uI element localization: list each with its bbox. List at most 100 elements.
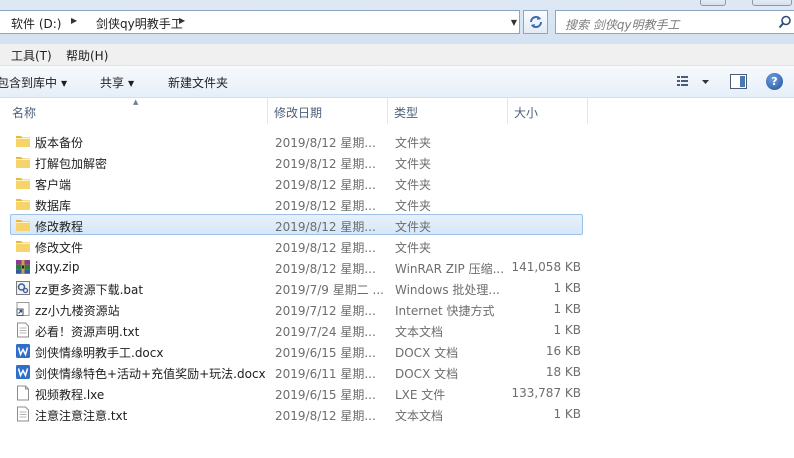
winrar-icon bbox=[15, 259, 31, 275]
file-name: 必看！资源声明.txt bbox=[35, 325, 140, 339]
view-options-icon bbox=[677, 76, 709, 86]
file-size: 1 KB bbox=[553, 323, 581, 337]
folder-icon bbox=[15, 238, 31, 254]
column-header-type[interactable]: 类型 bbox=[388, 98, 508, 124]
sort-ascending-icon: ▲ bbox=[133, 98, 139, 106]
file-date: 2019/6/11 星期... bbox=[275, 367, 376, 381]
refresh-icon bbox=[530, 16, 542, 28]
file-name: 版本备份 bbox=[35, 136, 84, 150]
file-name: 修改文件 bbox=[35, 241, 84, 255]
folder-icon bbox=[15, 217, 31, 233]
column-header-name[interactable]: 名称 ▲ bbox=[0, 98, 268, 124]
file-name: zz更多资源下载.bat bbox=[35, 283, 144, 297]
column-header-date[interactable]: 修改日期 bbox=[268, 98, 388, 124]
file-type: DOCX 文档 bbox=[395, 346, 459, 360]
file-size: 16 KB bbox=[545, 344, 581, 358]
address-dropdown-icon[interactable]: ▼ bbox=[511, 18, 517, 27]
file-date: 2019/7/9 星期二 ... bbox=[275, 283, 384, 297]
word-doc-icon bbox=[15, 364, 31, 380]
file-row[interactable]: 剑侠情缘明教手工.docx 2019/6/15 星期... DOCX 文档 16 KB bbox=[10, 340, 583, 361]
column-header-name-label: 名称 bbox=[12, 106, 37, 120]
file-date: 2019/8/12 星期... bbox=[275, 409, 376, 423]
change-view-button[interactable] bbox=[676, 74, 710, 90]
file-row[interactable]: zz小九楼资源站 2019/7/12 星期... Internet 快捷方式 1 KB bbox=[10, 298, 583, 319]
close-button[interactable] bbox=[752, 0, 792, 6]
file-date: 2019/8/12 星期... bbox=[275, 199, 376, 213]
file-size: 1 KB bbox=[553, 281, 581, 295]
refresh-button[interactable] bbox=[523, 10, 548, 34]
chevron-down-icon: ▼ bbox=[61, 79, 68, 88]
column-header-date-label: 修改日期 bbox=[274, 106, 323, 120]
include-library-button[interactable]: 包含到库中 ▼ bbox=[0, 74, 67, 91]
batch-file-icon bbox=[15, 280, 31, 296]
file-size: 1 KB bbox=[553, 302, 581, 316]
file-type: 文件夹 bbox=[395, 199, 432, 213]
file-row[interactable]: jxqy.zip 2019/8/12 星期... WinRAR ZIP 压缩... 1… bbox=[10, 256, 583, 277]
breadcrumb-separator-icon[interactable]: ▶ bbox=[179, 16, 185, 25]
file-name: jxqy.zip bbox=[35, 260, 80, 274]
file-type: 文件夹 bbox=[395, 136, 432, 150]
file-type: 文件夹 bbox=[395, 241, 432, 255]
file-type: WinRAR ZIP 压缩... bbox=[395, 262, 505, 276]
file-row[interactable]: 修改文件 2019/8/12 星期... 文件夹 bbox=[10, 235, 583, 256]
search-icon[interactable] bbox=[778, 15, 792, 29]
file-date: 2019/7/12 星期... bbox=[275, 304, 376, 318]
file-type: Windows 批处理... bbox=[395, 283, 500, 297]
new-folder-button[interactable]: 新建文件夹 bbox=[168, 74, 228, 91]
file-row[interactable]: zz更多资源下载.bat 2019/7/9 星期二 ... Windows 批处理.… bbox=[10, 277, 583, 298]
word-doc-icon bbox=[15, 343, 31, 359]
folder-icon bbox=[15, 154, 31, 170]
file-row[interactable]: 剑侠情缘特色+活动+充值奖励+玩法.docx 2019/6/11 星期... DOC… bbox=[10, 361, 583, 382]
file-date: 2019/8/12 星期... bbox=[275, 262, 376, 276]
file-size: 141,058 KB bbox=[511, 260, 581, 274]
breadcrumb-folder[interactable]: 剑侠qy明教手工 bbox=[96, 15, 183, 32]
share-label: 共享 bbox=[100, 76, 125, 90]
file-name: zz小九楼资源站 bbox=[35, 304, 120, 318]
minimize-button[interactable] bbox=[700, 0, 726, 6]
file-size: 133,787 KB bbox=[511, 386, 581, 400]
file-size: 18 KB bbox=[545, 365, 581, 379]
text-file-icon bbox=[15, 406, 31, 422]
file-name: 视频教程.lxe bbox=[35, 388, 105, 402]
file-date: 2019/8/12 星期... bbox=[275, 220, 376, 234]
menu-bar: 工具(T) 帮助(H) bbox=[0, 44, 794, 66]
file-name: 注意注意注意.txt bbox=[35, 409, 128, 423]
file-row[interactable]: 视频教程.lxe 2019/6/15 星期... LXE 文件 133,787 KB bbox=[10, 382, 583, 403]
file-row[interactable]: 必看！资源声明.txt 2019/7/24 星期... 文本文档 1 KB bbox=[10, 319, 583, 340]
search-input[interactable]: 搜索 剑侠qy明教手工 bbox=[555, 10, 794, 34]
file-row[interactable]: 打解包加解密 2019/8/12 星期... 文件夹 bbox=[10, 151, 583, 172]
file-date: 2019/6/15 星期... bbox=[275, 346, 376, 360]
folder-icon bbox=[15, 133, 31, 149]
help-icon: ? bbox=[771, 75, 778, 88]
file-date: 2019/7/24 星期... bbox=[275, 325, 376, 339]
menu-tools[interactable]: 工具(T) bbox=[11, 47, 52, 64]
file-row[interactable]: 客户端 2019/8/12 星期... 文件夹 bbox=[10, 172, 583, 193]
shortcut-icon bbox=[15, 301, 31, 317]
file-type: 文件夹 bbox=[395, 178, 432, 192]
menu-help[interactable]: 帮助(H) bbox=[66, 47, 108, 64]
file-date: 2019/8/12 星期... bbox=[275, 136, 376, 150]
column-header-size-label: 大小 bbox=[514, 106, 539, 120]
file-type: 文件夹 bbox=[395, 157, 432, 171]
breadcrumb-separator-icon[interactable]: ▶ bbox=[71, 16, 77, 25]
file-type: 文本文档 bbox=[395, 409, 444, 423]
help-button[interactable]: ? bbox=[766, 73, 783, 90]
breadcrumb-drive[interactable]: 软件 (D:) bbox=[11, 15, 61, 32]
file-row[interactable]: 版本备份 2019/8/12 星期... 文件夹 bbox=[10, 130, 583, 151]
file-date: 2019/6/15 星期... bbox=[275, 388, 376, 402]
preview-pane-button[interactable] bbox=[730, 74, 747, 89]
share-button[interactable]: 共享 ▼ bbox=[100, 74, 134, 91]
file-name: 客户端 bbox=[35, 178, 72, 192]
column-header-size[interactable]: 大小 bbox=[508, 98, 588, 124]
command-toolbar: 包含到库中 ▼ 共享 ▼ 新建文件夹 ? bbox=[0, 66, 794, 98]
folder-icon bbox=[15, 196, 31, 212]
file-row[interactable]: 修改教程 2019/8/12 星期... 文件夹 bbox=[10, 214, 583, 235]
address-bar[interactable]: 软件 (D:) ▶ 剑侠qy明教手工 ▶ ▼ bbox=[0, 10, 520, 34]
address-bar-row: 软件 (D:) ▶ 剑侠qy明教手工 ▶ ▼ 搜索 剑侠qy明教手工 bbox=[0, 0, 794, 44]
file-type: DOCX 文档 bbox=[395, 367, 459, 381]
file-row[interactable]: 注意注意注意.txt 2019/8/12 星期... 文本文档 1 KB bbox=[10, 403, 583, 424]
file-row[interactable]: 数据库 2019/8/12 星期... 文件夹 bbox=[10, 193, 583, 214]
search-placeholder: 搜索 剑侠qy明教手工 bbox=[565, 18, 680, 32]
file-date: 2019/8/12 星期... bbox=[275, 241, 376, 255]
include-library-label: 包含到库中 bbox=[0, 76, 58, 90]
